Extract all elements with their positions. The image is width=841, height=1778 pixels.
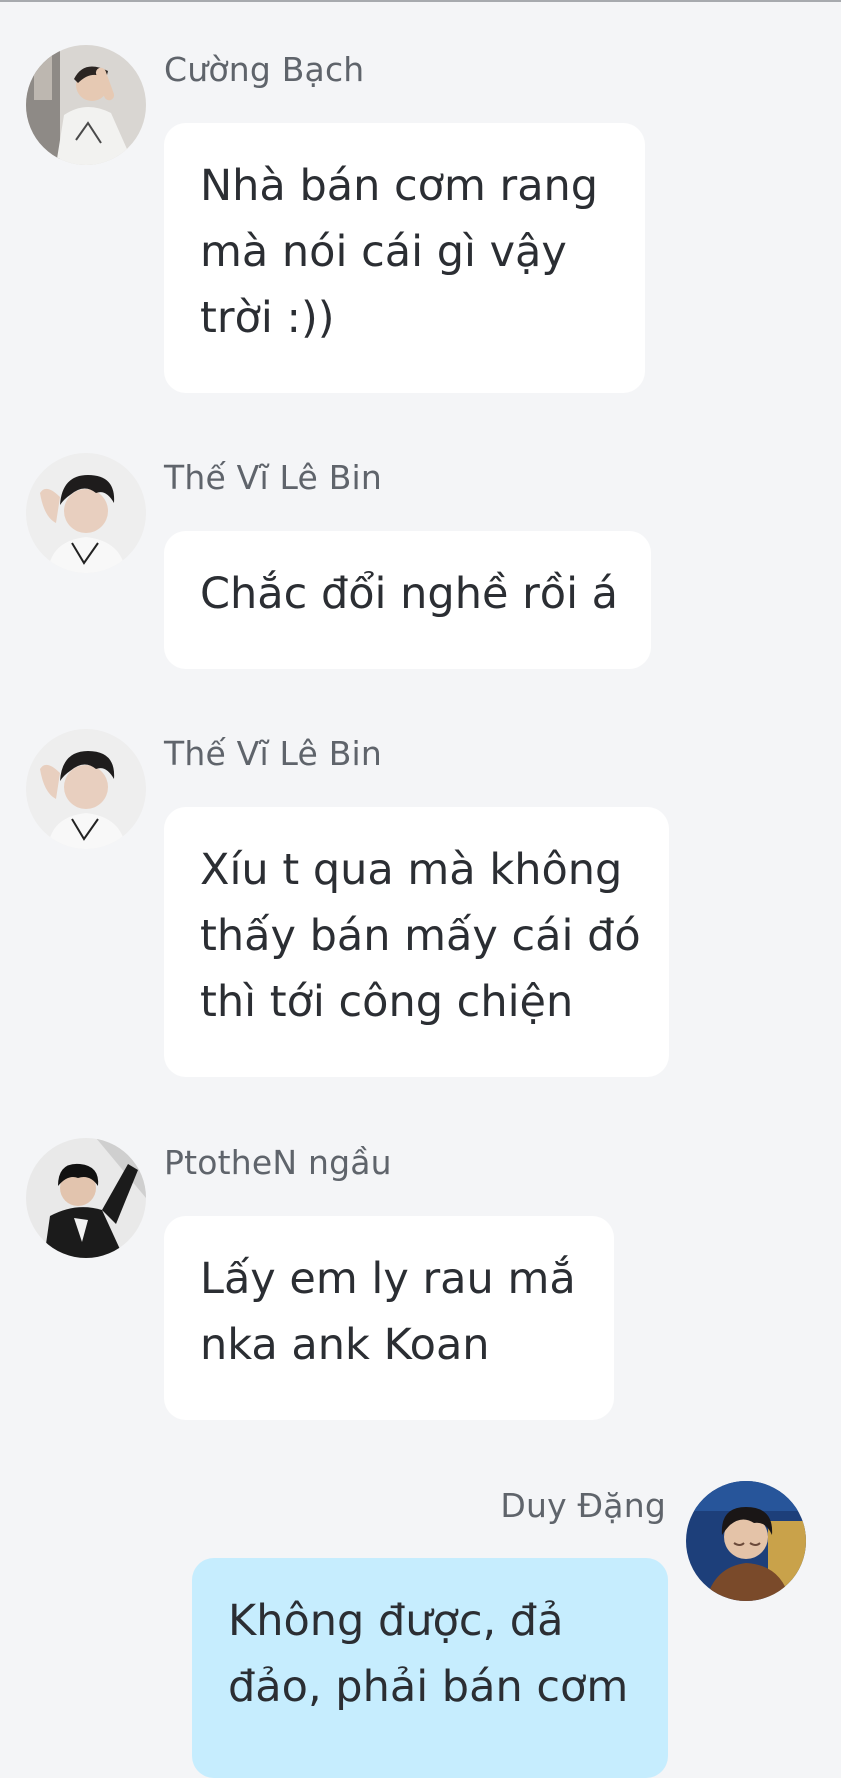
avatar[interactable] — [26, 729, 146, 849]
avatar[interactable] — [26, 1138, 146, 1258]
top-divider — [0, 0, 841, 2]
message-bubble[interactable]: Chắc đổi nghề rồi á — [164, 531, 651, 669]
message-text-line: đảo, phải bán cơm — [228, 1662, 629, 1712]
message-text-line: Xíu t qua mà không — [200, 845, 623, 895]
avatar[interactable] — [686, 1481, 806, 1601]
message-text-line: Không được, đả — [228, 1596, 564, 1646]
message-text-line: nka ank Koan — [200, 1320, 490, 1370]
message-text-line: thấy bán mấy cái đó — [200, 911, 641, 961]
message-bubble[interactable]: Lấy em ly rau mắ nka ank Koan — [164, 1216, 614, 1420]
message-bubble[interactable]: Nhà bán cơm rang mà nói cái gì vậy trời … — [164, 123, 645, 393]
message-text-line: thì tới công chiện — [200, 977, 574, 1027]
message-bubble[interactable]: Xíu t qua mà không thấy bán mấy cái đó t… — [164, 807, 669, 1077]
sender-name: Cường Bạch — [164, 50, 365, 89]
sender-name: Thế Vĩ Lê Bin — [164, 734, 383, 773]
message-text-line: Nhà bán cơm rang — [200, 161, 599, 211]
message-text-line: Lấy em ly rau mắ — [200, 1254, 576, 1304]
message-bubble[interactable]: Không được, đả đảo, phải bán cơm — [192, 1558, 668, 1778]
message-text-line: trời :)) — [200, 293, 335, 343]
sender-name: PtotheN ngầu — [164, 1143, 392, 1182]
avatar[interactable] — [26, 45, 146, 165]
sender-name: Thế Vĩ Lê Bin — [164, 458, 383, 497]
message-text-line: Chắc đổi nghề rồi á — [200, 569, 619, 619]
avatar[interactable] — [26, 453, 146, 573]
message-text-line: mà nói cái gì vậy — [200, 227, 567, 277]
sender-name: Duy Đặng — [500, 1486, 666, 1525]
